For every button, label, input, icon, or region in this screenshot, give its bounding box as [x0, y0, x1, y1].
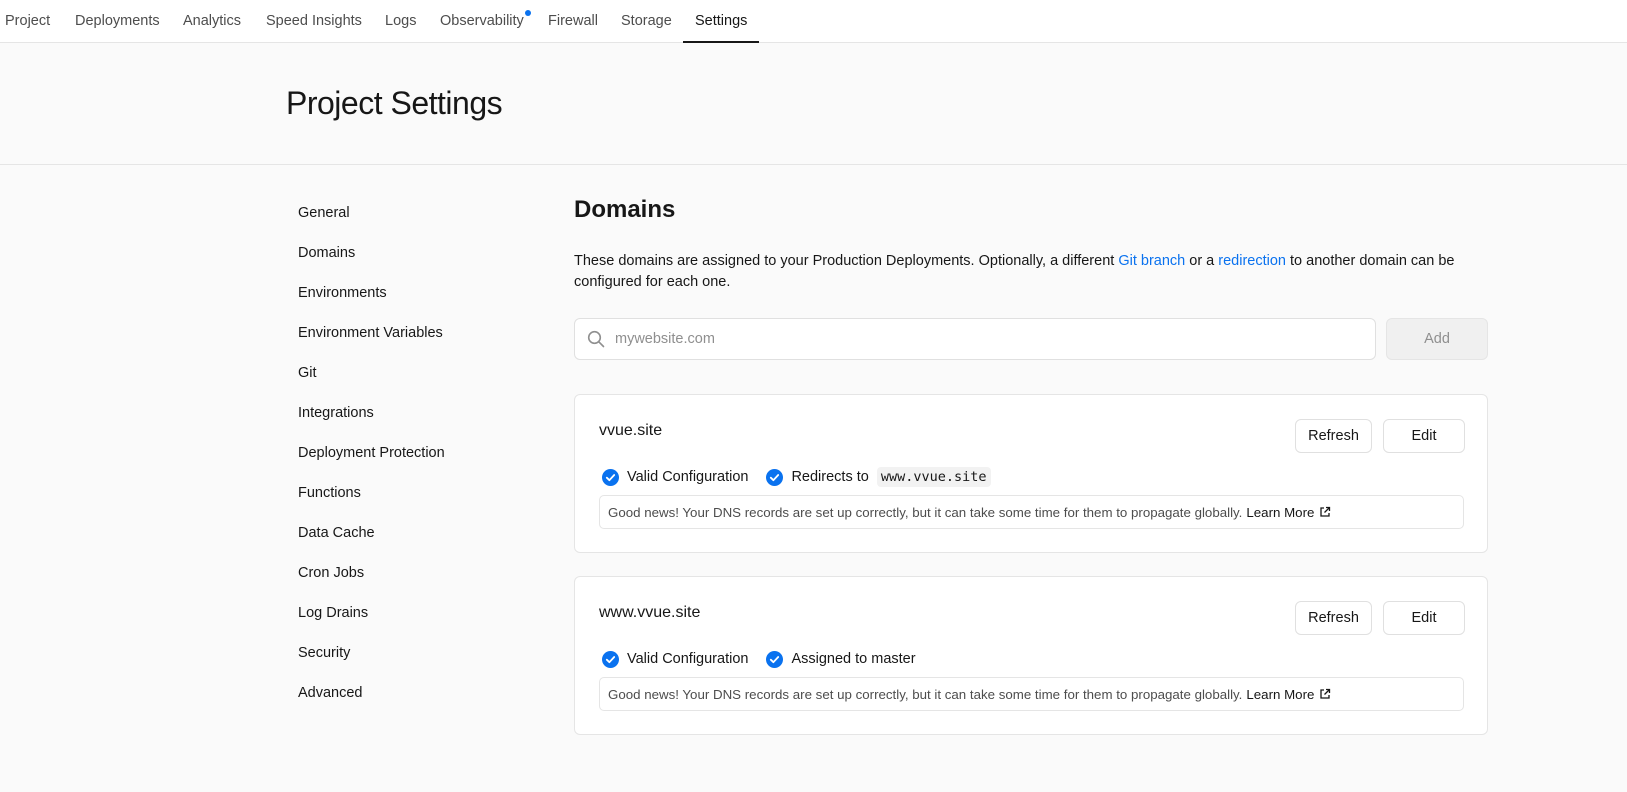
tab-analytics[interactable]: Analytics: [183, 0, 241, 43]
learn-more-link[interactable]: Learn More: [1246, 505, 1331, 520]
refresh-button[interactable]: Refresh: [1295, 419, 1372, 453]
page-header: Project Settings: [0, 43, 1627, 165]
domain-name: vvue.site: [599, 422, 663, 439]
tab-storage[interactable]: Storage: [621, 0, 672, 43]
edit-button[interactable]: Edit: [1383, 601, 1465, 635]
valid-configuration-label: Valid Configuration: [627, 651, 749, 667]
tab-observability-label: Observability: [440, 13, 524, 29]
learn-more-label: Learn More: [1246, 686, 1315, 702]
refresh-button[interactable]: Refresh: [1295, 601, 1372, 635]
tab-settings[interactable]: Settings: [683, 0, 760, 43]
domain-card: www.vvue.site Refresh Edit Valid Configu…: [574, 576, 1488, 735]
domains-section: Domains These domains are assigned to yo…: [574, 196, 1488, 735]
redirect-label: Redirects to: [791, 469, 869, 485]
sidebar-item-integrations[interactable]: Integrations: [298, 405, 374, 421]
domain-search-input[interactable]: [615, 319, 1365, 359]
learn-more-label: Learn More: [1246, 504, 1315, 520]
tab-speed-insights[interactable]: Speed Insights: [266, 0, 362, 43]
top-navigation: Project Deployments Analytics Speed Insi…: [0, 0, 1627, 43]
learn-more-link[interactable]: Learn More: [1246, 687, 1331, 702]
sidebar-item-environment-variables[interactable]: Environment Variables: [298, 325, 443, 341]
dns-info-text: Good news! Your DNS records are set up c…: [608, 504, 1243, 520]
tab-deployments[interactable]: Deployments: [75, 0, 160, 43]
domain-status-row: Valid Configuration Redirects to www.vvu…: [602, 467, 991, 487]
dns-info-note: Good news! Your DNS records are set up c…: [599, 677, 1464, 711]
add-domain-button[interactable]: Add: [1386, 318, 1488, 360]
sidebar-item-cron-jobs[interactable]: Cron Jobs: [298, 565, 364, 581]
tab-project[interactable]: Project: [5, 0, 50, 43]
check-circle-icon: [766, 468, 784, 486]
domain-name: www.vvue.site: [599, 604, 701, 621]
sidebar-item-advanced[interactable]: Advanced: [298, 685, 363, 701]
sidebar-item-domains[interactable]: Domains: [298, 245, 355, 261]
redirection-link[interactable]: redirection: [1218, 253, 1286, 269]
assigned-branch-label: Assigned to master: [791, 651, 916, 667]
tab-logs[interactable]: Logs: [385, 0, 416, 43]
domain-card: vvue.site Refresh Edit Valid Configurati…: [574, 394, 1488, 553]
sidebar-item-general[interactable]: General: [298, 205, 350, 221]
sidebar-item-functions[interactable]: Functions: [298, 485, 361, 501]
sidebar-item-data-cache[interactable]: Data Cache: [298, 525, 375, 541]
dns-info-text: Good news! Your DNS records are set up c…: [608, 686, 1243, 702]
tab-firewall[interactable]: Firewall: [548, 0, 598, 43]
sidebar-item-deployment-protection[interactable]: Deployment Protection: [298, 445, 445, 461]
edit-button[interactable]: Edit: [1383, 419, 1465, 453]
page-title: Project Settings: [286, 85, 503, 121]
sidebar-item-log-drains[interactable]: Log Drains: [298, 605, 368, 621]
valid-configuration-label: Valid Configuration: [627, 469, 749, 485]
search-icon: [587, 330, 605, 348]
notification-dot-icon: [524, 10, 531, 16]
domains-description: These domains are assigned to your Produ…: [574, 251, 1488, 293]
domain-status-row: Valid Configuration Assigned to master: [602, 649, 916, 669]
git-branch-link[interactable]: Git branch: [1118, 253, 1185, 269]
external-link-icon: [1320, 506, 1331, 517]
sidebar-item-git[interactable]: Git: [298, 365, 317, 381]
sidebar-item-security[interactable]: Security: [298, 645, 350, 661]
check-circle-icon: [602, 468, 619, 486]
dns-info-note: Good news! Your DNS records are set up c…: [599, 495, 1464, 529]
tab-observability[interactable]: Observability: [440, 0, 531, 43]
redirect-target: www.vvue.site: [876, 467, 991, 487]
desc-text-2: or a: [1185, 253, 1219, 269]
check-circle-icon: [766, 650, 784, 668]
desc-text-1: These domains are assigned to your Produ…: [574, 253, 1119, 269]
section-title: Domains: [574, 196, 676, 223]
check-circle-icon: [602, 650, 619, 668]
domain-search-field[interactable]: [574, 318, 1376, 360]
sidebar-item-environments[interactable]: Environments: [298, 285, 387, 301]
external-link-icon: [1320, 688, 1331, 699]
